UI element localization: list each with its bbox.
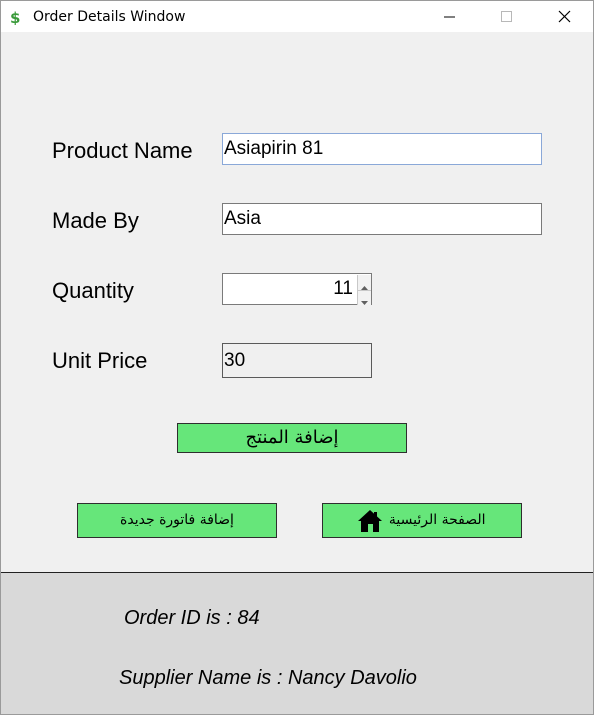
add-product-label: إضافة المنتج <box>245 427 339 448</box>
add-product-button[interactable]: إضافة المنتج <box>177 423 407 453</box>
home-page-button[interactable]: الصفحة الرئيسية <box>322 503 522 538</box>
minimize-button[interactable] <box>426 1 472 32</box>
close-icon <box>558 10 571 23</box>
quantity-spinner <box>357 275 371 305</box>
order-details-window: $ Order Details Window Product Name Asia… <box>0 0 594 715</box>
close-button[interactable] <box>541 1 587 32</box>
product-name-label: Product Name <box>52 138 193 163</box>
home-icon <box>358 509 383 533</box>
made-by-field[interactable]: Asia <box>222 203 542 235</box>
minimize-icon <box>444 16 455 18</box>
add-new-invoice-button[interactable]: إضافة فاتورة جديدة <box>77 503 277 538</box>
unit-price-field: 30 <box>222 343 372 378</box>
maximize-icon <box>501 11 512 22</box>
product-name-field[interactable]: Asiapirin 81 <box>222 133 542 165</box>
quantity-increment-button[interactable] <box>357 275 371 290</box>
dollar-sign-icon: $ <box>7 9 23 27</box>
home-page-label: الصفحة الرئيسية <box>388 512 486 528</box>
add-new-invoice-label: إضافة فاتورة جديدة <box>120 512 234 528</box>
svg-text:$: $ <box>10 9 20 25</box>
window-title: Order Details Window <box>33 9 186 25</box>
form-area: Product Name Asiapirin 81 Made By Asia Q… <box>1 32 593 572</box>
unit-price-label: Unit Price <box>52 348 148 373</box>
order-id-text: Order ID is : 84 <box>124 607 260 629</box>
quantity-stepper[interactable]: 11 <box>222 273 372 305</box>
title-bar[interactable]: $ Order Details Window <box>1 1 593 32</box>
quantity-decrement-button[interactable] <box>357 290 371 305</box>
maximize-button[interactable] <box>483 1 529 32</box>
order-info-panel: Order ID is : 84 Supplier Name is : Nanc… <box>1 573 593 714</box>
quantity-label: Quantity <box>52 278 134 303</box>
made-by-label: Made By <box>52 208 139 233</box>
chevron-down-icon <box>361 301 368 305</box>
quantity-value: 11 <box>333 278 353 299</box>
supplier-name-text: Supplier Name is : Nancy Davolio <box>119 667 417 689</box>
